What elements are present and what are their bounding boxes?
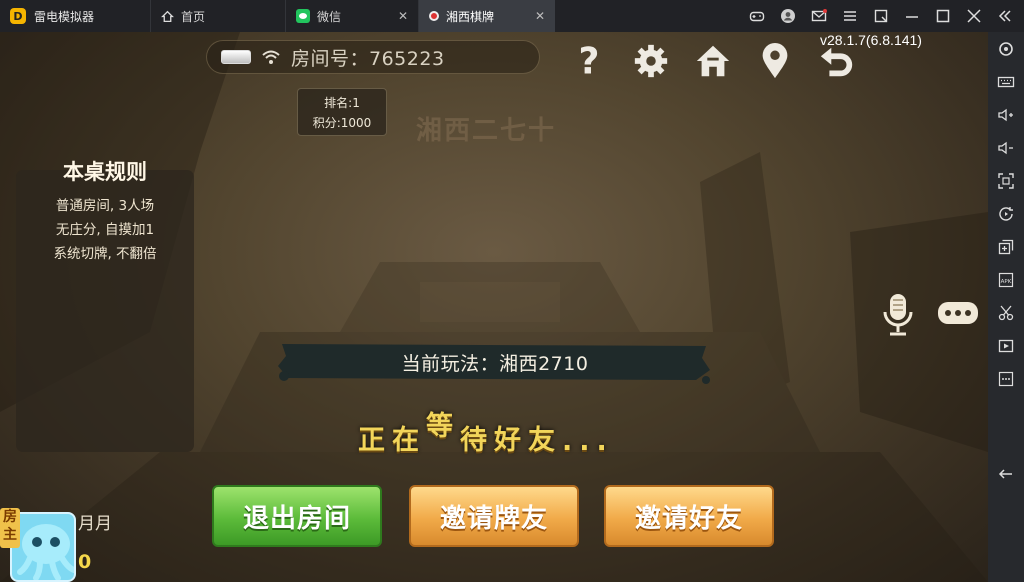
emulator-brand: D 雷电模拟器 [0,0,150,32]
microphone-icon[interactable] [880,292,916,338]
multi-instance-icon[interactable] [988,230,1024,263]
more-icon[interactable] [988,362,1024,395]
emulator-titlebar: D 雷电模拟器 首页 微信 ✕ 湘西棋牌 ✕ [0,0,1024,32]
rules-line: 无庄分, 自摸加1 [55,222,155,238]
tab-game-label: 湘西棋牌 [446,9,495,24]
waiting-char: . [562,426,573,457]
tab-home-label: 首页 [181,9,206,24]
settings-button[interactable] [628,38,674,84]
points-label: 积分:1000 [312,115,372,130]
rank-label: 排名:1 [324,95,360,110]
mode-text: 当前玩法：湘西2710 [401,352,589,375]
scissors-icon[interactable] [988,296,1024,329]
maximize-icon[interactable] [927,0,958,32]
user-icon[interactable] [772,0,803,32]
host-badge: 房主 [0,508,20,548]
exit-room-button[interactable]: 退出房间 [212,485,382,547]
svg-text:?: ? [579,42,600,80]
waiting-char: 正 [358,425,385,456]
tab-wechat-close-icon[interactable]: ✕ [398,9,408,23]
tab-game[interactable]: 湘西棋牌 ✕ [418,0,555,32]
waiting-char: . [579,426,590,457]
rank-panel: 排名:1 积分:1000 [297,88,387,136]
octopus-avatar-icon [17,524,74,580]
waiting-char: 等 [426,411,453,442]
room-number: 房间号：765223 [291,47,445,70]
collapse-sidebar-icon[interactable] [989,0,1020,32]
settings-icon[interactable] [988,32,1024,65]
rules-title: 本桌规则 [63,160,147,184]
game-icon [429,11,439,21]
location-button[interactable] [752,38,798,84]
mode-banner: 当前玩法：湘西2710 [276,340,714,384]
minimize-icon[interactable] [896,0,927,32]
volume-up-icon[interactable] [988,98,1024,131]
player-name: 月月 [78,514,112,534]
settings-icon [634,44,668,78]
keyboard-icon[interactable] [988,65,1024,98]
volume-down-icon[interactable] [988,131,1024,164]
room-info-bar: 房间号：765223 [206,40,540,74]
game-screen: 房间号：765223 ? v28.1.7(6.8.141) 排名:1 积分:10… [0,32,988,582]
invite-card-friends-button[interactable]: 邀请牌友 [409,485,579,547]
version-label: v28.1.7(6.8.141) [820,32,922,48]
waiting-char: 在 [392,425,419,456]
tab-wechat-label: 微信 [317,9,342,24]
tab-home[interactable]: 首页 [150,0,285,32]
rules-line: 普通房间, 3人场 [55,198,155,214]
rules-list: 普通房间, 3人场 无庄分, 自摸加1 系统切牌, 不翻倍 [16,194,194,266]
emulator-logo-icon: D [10,8,26,24]
rotate-icon[interactable] [988,197,1024,230]
home-button[interactable] [690,38,736,84]
waiting-char: 待 [460,425,487,456]
gamepad-icon[interactable] [741,0,772,32]
tab-wechat[interactable]: 微信 ✕ [285,0,418,32]
rules-line: 系统切牌, 不翻倍 [53,246,157,262]
emulator-app-name: 雷电模拟器 [34,9,95,24]
mail-icon[interactable] [803,0,834,32]
svg-text:APK: APK [1001,279,1012,285]
emulator-sidebar: APK [988,32,1024,582]
video-record-icon[interactable] [988,329,1024,362]
location-icon [762,42,788,79]
tab-game-close-icon[interactable]: ✕ [535,9,545,23]
close-icon[interactable] [958,0,989,32]
waiting-char: 好 [494,425,521,456]
fullscreen-icon[interactable] [988,164,1024,197]
pin-icon[interactable] [865,0,896,32]
home-icon [161,10,174,22]
apk-install-icon[interactable]: APK [988,263,1024,296]
waiting-text: 正 在 等 待 好 友 . . . [358,411,607,457]
battery-icon [221,50,251,64]
invite-friends-button[interactable]: 邀请好友 [604,485,774,547]
game-title: 湘西二七十 [416,116,557,146]
waiting-char: . [596,426,607,457]
player-score: 0 [78,551,92,573]
waiting-char: 友 [528,425,555,456]
wifi-icon [262,50,280,64]
help-icon: ? [579,42,600,80]
chat-icon[interactable] [936,300,980,328]
back-icon[interactable] [988,457,1024,490]
wechat-icon [296,9,310,23]
help-button[interactable]: ? [566,38,612,84]
menu-icon[interactable] [834,0,865,32]
home-icon [696,45,730,77]
